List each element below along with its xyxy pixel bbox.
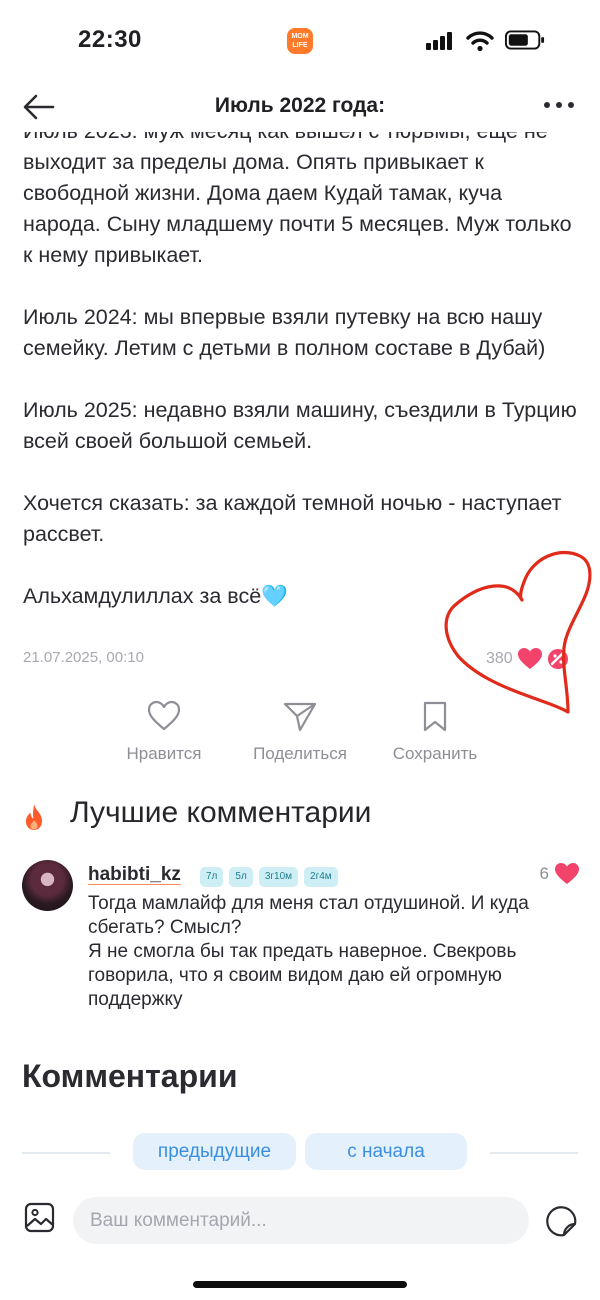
post-paragraph-quote: Хочется сказать: за каждой темной ночью … — [23, 491, 562, 546]
wifi-icon — [466, 31, 494, 52]
child-age-tag: 7л — [200, 867, 224, 887]
divider — [490, 1152, 578, 1154]
home-indicator — [193, 1281, 407, 1288]
heart-icon — [555, 863, 579, 884]
fire-icon — [26, 804, 42, 830]
share-button[interactable]: Поделиться — [244, 700, 356, 764]
battery-icon — [505, 30, 545, 50]
post-paragraph-closing: Альхамдулиллах за всё🩵 — [23, 584, 288, 608]
save-label: Сохранить — [392, 744, 478, 763]
heart-outline-icon — [147, 700, 181, 731]
post-date: 21.07.2025, 00:10 — [23, 649, 144, 666]
more-options-icon[interactable] — [542, 98, 576, 112]
avatar[interactable] — [22, 860, 73, 911]
comment-input[interactable] — [73, 1197, 529, 1244]
share-plane-icon — [283, 702, 317, 732]
app-icon-text-bottom: LIFE — [292, 42, 308, 49]
back-arrow-icon[interactable] — [22, 92, 56, 122]
comment-composer — [0, 1190, 600, 1252]
page-title: Июль 2022 года: — [214, 94, 386, 117]
save-button[interactable]: Сохранить — [384, 700, 486, 764]
comment-likes-count: 6 — [539, 864, 549, 883]
post-likes[interactable]: 380 — [486, 646, 569, 672]
momlife-app-icon: MOM LIFE — [287, 28, 313, 54]
app-icon-text-top: MOM — [291, 33, 309, 40]
comment-text: Тогда мамлайф для меня стал отдушиной. И… — [88, 892, 582, 1012]
status-time: 22:30 — [78, 26, 142, 53]
post-body: Июль 2023: муж месяц как вышел с тюрьмы,… — [23, 116, 583, 612]
child-age-tag: 2г4м — [304, 867, 338, 887]
comment-text-line-2: Я не смогла бы так предать наверное. Све… — [88, 941, 517, 1010]
heart-reaction-icon — [517, 648, 542, 669]
bookmark-icon — [423, 701, 447, 732]
from-start-button[interactable]: с начала — [305, 1133, 467, 1170]
like-button[interactable]: Нравится — [118, 700, 210, 764]
child-age-tag: 5л — [229, 867, 253, 887]
post-paragraph-2025: Июль 2025: недавно взяли машину, съездил… — [23, 398, 577, 453]
comments-section-title: Комментарии — [22, 1058, 238, 1094]
comment-like-button[interactable]: 6 — [540, 862, 580, 886]
child-age-tags: 7л 5л 3г10м 2г4м — [200, 867, 338, 887]
divider — [22, 1152, 110, 1154]
top-nav-bar: Июль 2022 года: — [0, 80, 600, 132]
cellular-signal-icon — [426, 32, 454, 50]
sticker-icon[interactable] — [544, 1204, 578, 1238]
image-attach-icon[interactable] — [24, 1202, 55, 1233]
comment-text-line-1: Тогда мамлайф для меня стал отдушиной. И… — [88, 893, 529, 938]
status-bar: 22:30 MOM LIFE — [0, 0, 600, 80]
comment-username[interactable]: habibti_kz — [88, 864, 181, 886]
post-paragraph-2024: Июль 2024: мы впервые взяли путевку на в… — [23, 305, 546, 360]
best-comments-title: Лучшие комментарии — [70, 796, 372, 829]
like-label: Нравится — [126, 744, 202, 763]
child-age-tag: 3г10м — [258, 867, 299, 887]
share-label: Поделиться — [253, 744, 347, 763]
previous-comments-button[interactable]: предыдущие — [133, 1133, 296, 1170]
emoji-reaction-icon — [547, 649, 568, 669]
post-paragraph-2023: Июль 2023: муж месяц как вышел с тюрьмы,… — [23, 119, 572, 267]
post-likes-count: 380 — [486, 650, 513, 667]
